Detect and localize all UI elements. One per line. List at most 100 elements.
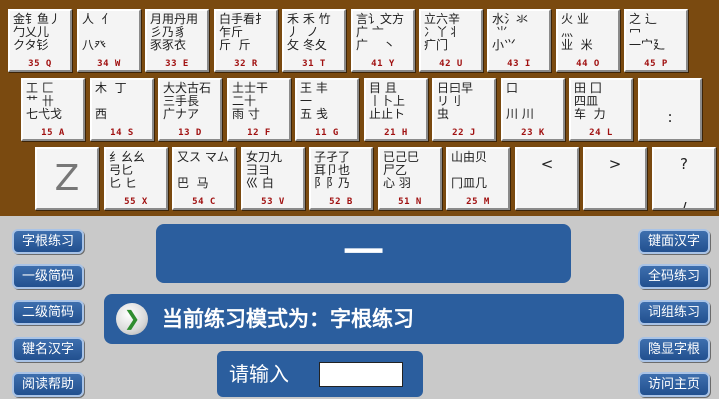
- key-l[interactable]: 田 囗 四皿 车 力 24 L: [569, 78, 633, 141]
- key-roots: 纟幺幺 弓匕 匕 ヒ: [109, 150, 146, 190]
- key-roots: < ,: [540, 155, 554, 210]
- key-code: 34 W: [97, 59, 121, 69]
- key-y[interactable]: 言讠文方 广 亠 广 丶 41 Y: [351, 9, 415, 72]
- key-roots: 金钅鱼丿 勹乂儿 クタ钐: [13, 12, 62, 52]
- reading-help-button[interactable]: 阅读帮助: [12, 372, 84, 397]
- key-period[interactable]: > 。: [583, 147, 647, 210]
- input-label: 请输入: [229, 362, 289, 386]
- key-roots: 木 丁 西: [95, 81, 127, 121]
- key-roots: 月用丹用 彡乃豸 豕豕衣: [150, 12, 199, 52]
- keyboard-panel: 金钅鱼丿 勹乂儿 クタ钐 35 Q 人 亻 八癶 34 W 月用丹用 彡乃豸 豕豕衣…: [0, 0, 719, 216]
- key-code: 43 I: [507, 59, 531, 69]
- key-t[interactable]: 禾 禾 竹 丿 ノ 攵 冬夂 31 T: [282, 9, 346, 72]
- key-roots: 王 丰 一 五 戋: [300, 81, 328, 121]
- key-roots: :: [667, 108, 673, 126]
- key-code: 15 A: [41, 128, 65, 138]
- full-code-practice-button[interactable]: 全码练习: [638, 264, 710, 289]
- root-practice-button[interactable]: 字根练习: [12, 229, 84, 254]
- key-roots: 禾 禾 竹 丿 ノ 攵 冬夂: [287, 12, 331, 52]
- key-roots: 之 辶 冖 一宀廴: [629, 12, 666, 52]
- key-code: 41 Y: [371, 59, 395, 69]
- key-d[interactable]: 大犬古石 三手長 广ナア 13 D: [158, 78, 222, 141]
- key-roots: Z: [54, 158, 80, 199]
- key-face-chars-button[interactable]: 键面汉字: [638, 229, 710, 254]
- key-name-chars-button[interactable]: 键名汉字: [12, 337, 84, 362]
- key-n[interactable]: 已己巳 尸乙 心 羽 51 N: [378, 147, 442, 210]
- key-slash[interactable]: ? /: [652, 147, 716, 210]
- key-v[interactable]: 女刀九 彐ヨ 巛 白 53 V: [241, 147, 305, 210]
- key-j[interactable]: 日曰早 リ刂 虫 22 J: [432, 78, 496, 141]
- key-roots: ? /: [680, 155, 688, 210]
- mode-status-bar: ❯ 当前练习模式为：字根练习: [104, 294, 624, 344]
- key-roots: 大犬古石 三手長 广ナア: [163, 81, 212, 121]
- key-code: 24 L: [589, 128, 613, 138]
- input-panel: 请输入: [217, 351, 423, 397]
- key-e[interactable]: 月用丹用 彡乃豸 豕豕衣 33 E: [145, 9, 209, 72]
- key-b[interactable]: 子孑了 耳卩也 阝阝乃 52 B: [309, 147, 373, 210]
- check-arrow-icon: ❯: [116, 303, 148, 335]
- level1-shortcode-button[interactable]: 一级简码: [12, 264, 84, 289]
- key-code: 42 U: [439, 59, 463, 69]
- mode-status-text: 当前练习模式为：字根练习: [162, 307, 414, 331]
- key-code: 12 F: [247, 128, 271, 138]
- key-i[interactable]: 水氵氺 ⺌ 小⺍ 43 I: [487, 9, 551, 72]
- key-code: 23 K: [521, 128, 545, 138]
- key-code: 13 D: [178, 128, 202, 138]
- key-roots: 白手看扌 乍斤 斤 斤: [219, 12, 268, 52]
- key-m[interactable]: 山由贝 冂皿几 25 M: [446, 147, 510, 210]
- key-code: 32 R: [234, 59, 258, 69]
- key-code: 51 N: [398, 197, 422, 207]
- key-a[interactable]: 工 匚 艹 卄 七弋戈 15 A: [21, 78, 85, 141]
- key-roots: 田 囗 四皿 车 力: [574, 81, 606, 121]
- key-r[interactable]: 白手看扌 乍斤 斤 斤 32 R: [214, 9, 278, 72]
- current-char-display: 一: [156, 224, 571, 283]
- key-f[interactable]: 土士干 二十 雨 寸 12 F: [227, 78, 291, 141]
- key-roots: 言讠文方 广 亠 广 丶: [356, 12, 405, 52]
- key-code: 45 P: [644, 59, 668, 69]
- key-x[interactable]: 纟幺幺 弓匕 匕 ヒ 55 X: [104, 147, 168, 210]
- key-z[interactable]: Z: [35, 147, 99, 210]
- key-code: 11 G: [315, 128, 339, 138]
- key-code: 14 S: [110, 128, 134, 138]
- key-code: 52 B: [329, 197, 353, 207]
- key-roots: 日曰早 リ刂 虫: [437, 81, 474, 121]
- key-roots: 已己巳 尸乙 心 羽: [383, 150, 420, 190]
- key-code: 33 E: [165, 59, 189, 69]
- level2-shortcode-button[interactable]: 二级简码: [12, 300, 84, 325]
- key-roots: 目 且 丨卜上 止止ト: [369, 81, 406, 121]
- key-roots: 人 亻 八癶: [82, 12, 114, 52]
- key-roots: 火 业 灬 业 米: [561, 12, 593, 52]
- key-code: 54 C: [192, 197, 216, 207]
- key-roots: 女刀九 彐ヨ 巛 白: [246, 150, 283, 190]
- key-code: 31 T: [302, 59, 326, 69]
- key-h[interactable]: 目 且 丨卜上 止止ト 21 H: [364, 78, 428, 141]
- key-code: 22 J: [452, 128, 476, 138]
- key-code: 35 Q: [28, 59, 52, 69]
- key-u[interactable]: 立六辛 冫丫丬 疒门 42 U: [419, 9, 483, 72]
- key-comma[interactable]: < ,: [515, 147, 579, 210]
- key-roots: 山由贝 冂皿几: [451, 150, 488, 190]
- key-w[interactable]: 人 亻 八癶 34 W: [77, 9, 141, 72]
- answer-input[interactable]: [319, 362, 403, 387]
- key-s[interactable]: 木 丁 西 14 S: [90, 78, 154, 141]
- key-o[interactable]: 火 业 灬 业 米 44 O: [556, 9, 620, 72]
- key-roots: 又ス マム 巴 马: [177, 150, 229, 190]
- key-roots: 立六辛 冫丫丬 疒门: [424, 12, 461, 52]
- key-g[interactable]: 王 丰 一 五 戋 11 G: [295, 78, 359, 141]
- key-c[interactable]: 又ス マム 巴 马 54 C: [172, 147, 236, 210]
- phrase-practice-button[interactable]: 词组练习: [638, 300, 710, 325]
- key-p[interactable]: 之 辶 冖 一宀廴 45 P: [624, 9, 688, 72]
- key-code: 25 M: [466, 197, 490, 207]
- key-roots: > 。: [607, 155, 623, 210]
- toggle-roots-button[interactable]: 隐显字根: [638, 337, 710, 362]
- key-roots: 口 川 川: [506, 81, 534, 121]
- key-k[interactable]: 口 川 川 23 K: [501, 78, 565, 141]
- key-roots: 工 匚 艹 卄 七弋戈: [26, 81, 63, 121]
- key-code: 55 X: [124, 197, 148, 207]
- key-code: 21 H: [384, 128, 408, 138]
- key-q[interactable]: 金钅鱼丿 勹乂儿 クタ钐 35 Q: [8, 9, 72, 72]
- key-roots: 子孑了 耳卩也 阝阝乃: [314, 150, 351, 190]
- key-semicolon[interactable]: :: [638, 78, 702, 141]
- visit-homepage-button[interactable]: 访问主页: [638, 372, 710, 397]
- key-code: 53 V: [261, 197, 285, 207]
